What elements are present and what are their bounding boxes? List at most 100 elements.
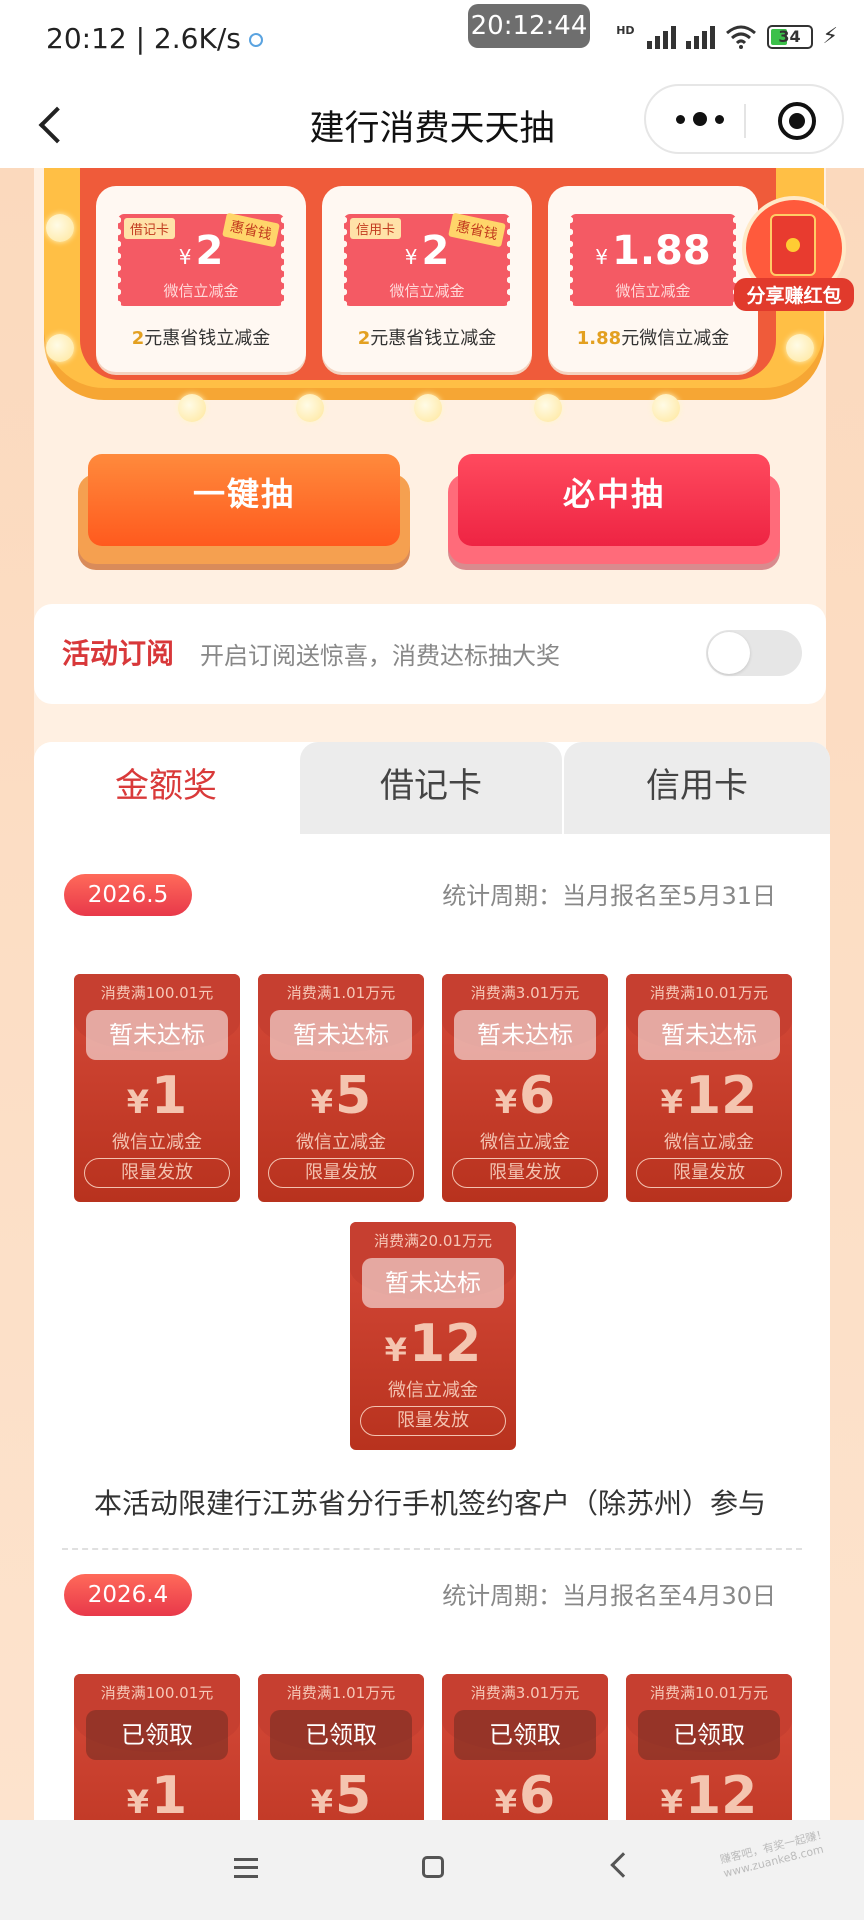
packet-condition: 消费满1.01万元	[286, 984, 396, 1002]
packet-condition: 消费满20.01万元	[374, 1232, 492, 1250]
content-area[interactable]: 借记卡 惠省钱 ¥2 微信立减金 2元惠省钱立减金 信用卡 惠省钱 ¥2 微信立…	[0, 168, 864, 1820]
packet-value: 6	[519, 1766, 556, 1820]
back-icon[interactable]	[610, 1852, 636, 1878]
tab-debit-card[interactable]: 借记卡	[300, 742, 562, 834]
tab-credit-card[interactable]: 信用卡	[564, 742, 830, 834]
coupon-value: 2	[195, 228, 224, 274]
share-red-packet-button[interactable]: 分享赚红包	[734, 196, 854, 316]
prize-tabs-panel: 金额奖 借记卡 信用卡 2026.5 统计周期：当月报名至5月31日 消费满10…	[34, 742, 830, 1820]
status-icons: HD 34 ⚡	[616, 24, 838, 49]
red-packet-card[interactable]: 消费满20.01万元 暂未达标 ¥12 微信立减金 限量发放	[350, 1222, 516, 1450]
period-cycle: 统计周期：当月报名至4月30日	[442, 1582, 776, 1610]
packet-status: 暂未达标	[362, 1258, 504, 1308]
coupon-subtitle: 微信立减金	[389, 282, 465, 300]
red-packet-card[interactable]: 消费满1.01万元 暂未达标 ¥5 微信立减金 限量发放	[258, 974, 424, 1202]
signal-icon-2	[685, 25, 715, 49]
status-time-speed: 20:12 | 2.6K/s	[46, 22, 241, 55]
share-label: 分享赚红包	[734, 278, 854, 311]
coupon-subtitle: 微信立减金	[615, 282, 691, 300]
status-left: 20:12 | 2.6K/s	[46, 22, 263, 55]
light-bulb	[178, 394, 206, 422]
packet-condition: 消费满10.01万元	[650, 1684, 768, 1702]
time-pill: 20:12:44	[468, 4, 590, 48]
yen-symbol: ¥	[126, 1783, 150, 1820]
yen-symbol: ¥	[660, 1083, 683, 1121]
signal-icon	[646, 25, 676, 49]
packet-status: 已领取	[270, 1710, 412, 1760]
yen-symbol: ¥	[494, 1083, 518, 1121]
tab-amount-prize[interactable]: 金额奖	[34, 742, 298, 834]
coupon-caption: 1.88元微信立减金	[548, 324, 758, 350]
yen-symbol: ¥	[660, 1783, 683, 1820]
light-bulb	[786, 334, 814, 362]
packet-condition: 消费满1.01万元	[286, 1684, 396, 1702]
packet-condition: 消费满3.01万元	[470, 1684, 580, 1702]
packet-status: 暂未达标	[638, 1010, 780, 1060]
divider	[62, 1548, 802, 1550]
caption-text: 元微信立减金	[621, 328, 730, 349]
packet-value: 5	[335, 1766, 372, 1820]
packet-amount: ¥12	[626, 1066, 792, 1126]
light-bulb	[46, 214, 74, 242]
yen-symbol: ¥	[384, 1331, 407, 1369]
packet-status: 暂未达标	[86, 1010, 228, 1060]
home-icon[interactable]	[422, 1856, 444, 1878]
packet-amount: ¥12	[350, 1314, 516, 1374]
packet-amount: ¥1	[74, 1766, 240, 1820]
caption-amount: 2	[131, 328, 145, 349]
capsule-divider	[744, 104, 746, 138]
button-label: 必中抽	[458, 454, 770, 546]
prize-coupon: ¥1.88 微信立减金 1.88元微信立减金	[548, 186, 758, 372]
packet-amount: ¥5	[258, 1766, 424, 1820]
packet-amount: ¥1	[74, 1066, 240, 1126]
red-packet-card[interactable]: 消费满3.01万元 已领取 ¥6	[442, 1674, 608, 1820]
subscribe-toggle[interactable]	[706, 630, 802, 676]
red-packet-card[interactable]: 消费满1.01万元 已领取 ¥5	[258, 1674, 424, 1820]
packet-value: 12	[684, 1066, 758, 1126]
coupon-ticket: 信用卡 惠省钱 ¥2 微信立减金	[341, 212, 513, 306]
red-packet-card[interactable]: 消费满100.01元 暂未达标 ¥1 微信立减金 限量发放	[74, 974, 240, 1202]
sync-icon	[248, 33, 263, 47]
packet-label: 微信立减金	[296, 1132, 386, 1153]
caption-text: 元惠省钱立减金	[370, 328, 497, 349]
packet-status: 暂未达标	[270, 1010, 412, 1060]
wifi-icon	[725, 25, 756, 49]
red-packet-card[interactable]: 消费满3.01万元 暂未达标 ¥6 微信立减金 限量发放	[442, 974, 608, 1202]
packet-amount: ¥12	[626, 1766, 792, 1820]
nav-bar: 建行消费天天抽	[0, 80, 864, 168]
charging-icon: ⚡	[822, 24, 838, 49]
packet-label: 微信立减金	[664, 1132, 754, 1153]
period-cycle: 统计周期：当月报名至5月31日	[442, 882, 776, 910]
yen-symbol: ¥	[310, 1783, 334, 1820]
eligibility-notice: 本活动限建行江苏省分行手机签约客户（除苏州）参与	[93, 1487, 766, 1520]
packet-status: 暂未达标	[454, 1010, 596, 1060]
packet-value: 1	[151, 1766, 188, 1820]
yen-symbol: ¥	[178, 245, 192, 269]
sure-win-draw-button[interactable]: 必中抽	[448, 454, 780, 564]
close-miniprogram-icon[interactable]	[778, 102, 816, 140]
packet-amount: ¥6	[442, 1066, 608, 1126]
battery-level: 34	[778, 26, 801, 46]
period-badge: 2026.5	[64, 874, 192, 916]
packet-value: 12	[408, 1314, 482, 1374]
red-packet-card[interactable]: 消费满100.01元 已领取 ¥1	[74, 1674, 240, 1820]
subscribe-title: 活动订阅	[62, 637, 175, 670]
packet-value: 1	[151, 1066, 188, 1126]
yen-symbol: ¥	[126, 1083, 150, 1121]
packet-limit: 限量发放	[636, 1158, 782, 1188]
miniprogram-capsule	[644, 84, 844, 154]
caption-text: 元惠省钱立减金	[144, 328, 271, 349]
menu-icon[interactable]	[234, 1858, 258, 1878]
more-icon[interactable]	[676, 112, 724, 126]
prize-coupon: 借记卡 惠省钱 ¥2 微信立减金 2元惠省钱立减金	[96, 186, 306, 372]
packet-amount: ¥6	[442, 1766, 608, 1820]
red-packet-card[interactable]: 消费满10.01万元 已领取 ¥12	[626, 1674, 792, 1820]
one-click-draw-button[interactable]: 一键抽	[78, 454, 410, 564]
packet-amount: ¥5	[258, 1066, 424, 1126]
packet-status: 已领取	[86, 1710, 228, 1760]
red-packet-card[interactable]: 消费满10.01万元 暂未达标 ¥12 微信立减金 限量发放	[626, 974, 792, 1202]
packet-label: 微信立减金	[112, 1132, 202, 1153]
coupon-amount: ¥1.88	[570, 228, 736, 274]
coupon-amount: ¥2	[344, 228, 510, 274]
caption-amount: 1.88	[576, 328, 622, 349]
